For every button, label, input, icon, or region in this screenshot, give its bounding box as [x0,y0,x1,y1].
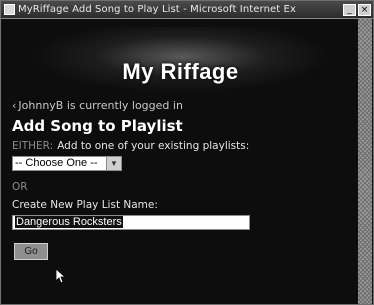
either-text: Add to one of your existing playlists: [57,140,250,152]
playlist-select-value: -- Choose One -- [15,157,98,169]
mouse-pointer-icon [56,269,66,284]
or-label: OR [12,181,28,193]
browser-window: MyRiffage Add Song to Play List - Micros… [0,0,374,305]
page-content: My Riffage ‹ JohnnyB is currently logged … [2,19,359,304]
new-playlist-label: Create New Play List Name: [12,199,158,211]
new-playlist-name-value: Dangerous Rocksters [15,216,123,228]
either-keyword: EITHER: [12,140,54,152]
chevron-down-icon[interactable]: ▼ [106,157,121,170]
username: JohnnyB [18,99,64,112]
vertical-scrollbar[interactable] [358,19,372,304]
header-banner: My Riffage [2,19,359,99]
page-title: Add Song to Playlist [12,117,183,135]
browser-icon [4,4,15,15]
minimize-icon[interactable]: _ [343,3,356,16]
new-playlist-name-input[interactable]: Dangerous Rocksters [12,215,250,230]
login-status: ‹ JohnnyB is currently logged in [12,99,183,112]
title-bar[interactable]: MyRiffage Add Song to Play List - Micros… [1,1,373,19]
playlist-select[interactable]: -- Choose One -- ▼ [12,156,122,171]
login-status-text: is currently logged in [66,99,183,112]
site-logo[interactable]: My Riffage [2,59,359,85]
window-title: MyRiffage Add Song to Play List - Micros… [18,4,296,15]
close-icon[interactable]: × [358,3,371,16]
bullet-arrow-icon: ‹ [12,99,17,112]
go-button[interactable]: Go [14,243,48,260]
existing-playlist-prompt: EITHER: Add to one of your existing playl… [12,140,249,152]
